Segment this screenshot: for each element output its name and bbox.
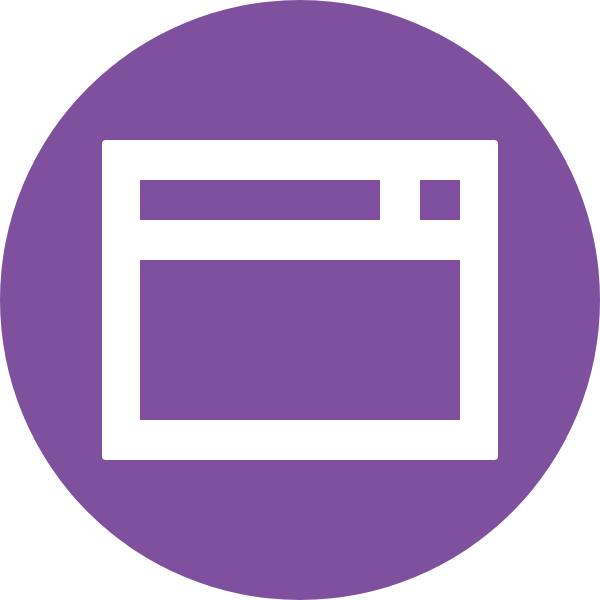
browser-window-icon [0,0,600,600]
circle-background [0,0,600,600]
icon-canvas [0,0,600,600]
